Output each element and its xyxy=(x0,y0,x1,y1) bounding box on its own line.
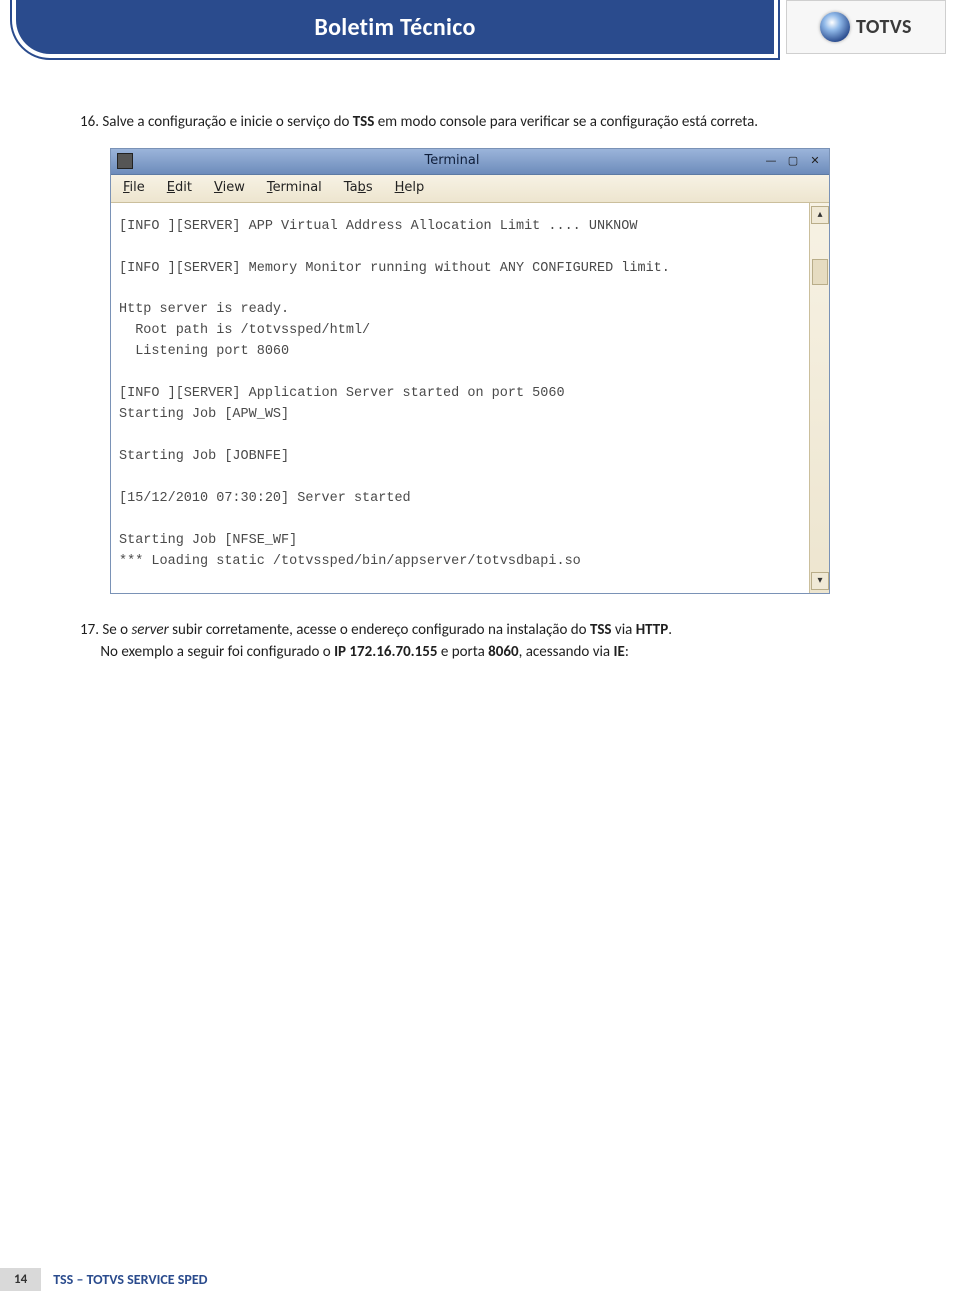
header-pill: Boletim Técnico xyxy=(16,0,774,54)
text: Se o xyxy=(102,621,131,639)
terminal-titlebar: Terminal — ▢ ✕ xyxy=(111,149,829,175)
page-footer: 14 TSS – TOTVS SERVICE SPED xyxy=(0,1268,960,1291)
italic-server: server xyxy=(131,621,168,639)
text: Salve a configuração e inicie o serviço … xyxy=(102,113,352,131)
text: subir corretamente, acesse o endereço co… xyxy=(169,621,590,639)
logo-text: TOTVS xyxy=(856,15,912,39)
document-header: Boletim Técnico TOTVS xyxy=(0,0,960,72)
scroll-down-icon[interactable]: ▾ xyxy=(811,572,829,590)
bold-ie: IE xyxy=(614,643,625,661)
window-buttons: — ▢ ✕ xyxy=(763,154,823,168)
terminal-icon xyxy=(117,153,133,169)
text: e porta xyxy=(437,643,488,661)
terminal-title: Terminal xyxy=(141,152,763,171)
bold-port: 8060 xyxy=(488,643,518,661)
page-content: 16. Salve a configuração e inicie o serv… xyxy=(0,72,960,663)
list-item-16: 16. Salve a configuração e inicie o serv… xyxy=(80,112,880,134)
list-item-17: 17. Se o server subir corretamente, aces… xyxy=(80,620,880,664)
text: No exemplo a seguir foi configurado o xyxy=(100,643,334,661)
terminal-window: Terminal — ▢ ✕ File Edit View Terminal T… xyxy=(110,148,830,594)
menu-file[interactable]: File xyxy=(123,179,145,198)
terminal-output: [INFO ][SERVER] APP Virtual Address Allo… xyxy=(111,203,809,593)
scroll-thumb[interactable] xyxy=(812,259,828,285)
menu-tabs[interactable]: Tabs xyxy=(344,179,373,198)
text: via xyxy=(612,621,636,639)
item-number: 16. xyxy=(80,113,99,131)
page-number: 14 xyxy=(0,1268,41,1291)
globe-icon xyxy=(820,12,850,42)
text: : xyxy=(625,643,629,661)
terminal-menubar: File Edit View Terminal Tabs Help xyxy=(111,175,829,203)
terminal-body: [INFO ][SERVER] APP Virtual Address Allo… xyxy=(111,203,829,593)
close-icon[interactable]: ✕ xyxy=(807,154,823,168)
bold-tss: TSS xyxy=(590,621,612,639)
menu-edit[interactable]: Edit xyxy=(167,179,192,198)
text: , acessando via xyxy=(519,643,614,661)
scroll-up-icon[interactable]: ▴ xyxy=(811,206,829,224)
scrollbar[interactable]: ▴ ▾ xyxy=(809,203,829,593)
bold-http: HTTP xyxy=(636,621,668,639)
bold-ip: IP 172.16.70.155 xyxy=(334,643,437,661)
header-title: Boletim Técnico xyxy=(314,13,475,42)
menu-terminal[interactable]: Terminal xyxy=(267,179,322,198)
bold-tss: TSS xyxy=(353,113,375,131)
text: em modo console para verificar se a conf… xyxy=(374,113,758,131)
item-number: 17. xyxy=(80,621,99,639)
minimize-icon[interactable]: — xyxy=(763,154,779,168)
text: . xyxy=(668,621,672,639)
menu-view[interactable]: View xyxy=(214,179,245,198)
maximize-icon[interactable]: ▢ xyxy=(785,154,801,168)
totvs-logo: TOTVS xyxy=(786,0,946,54)
footer-title: TSS – TOTVS SERVICE SPED xyxy=(53,1271,207,1288)
menu-help[interactable]: Help xyxy=(395,179,425,198)
